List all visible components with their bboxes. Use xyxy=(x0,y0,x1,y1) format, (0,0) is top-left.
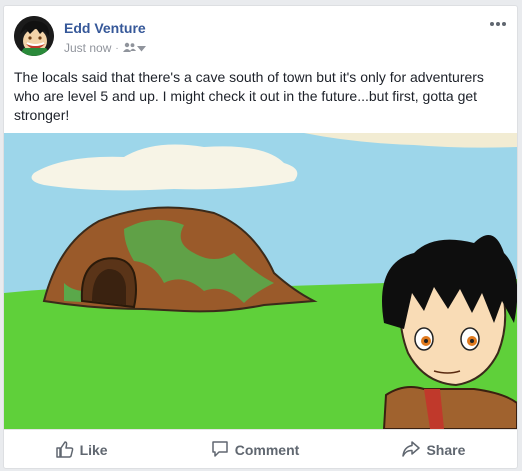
timestamp[interactable]: Just now xyxy=(64,41,111,55)
post-text: The locals said that there's a cave sout… xyxy=(14,69,484,123)
separator: · xyxy=(115,42,119,54)
post-image[interactable] xyxy=(4,133,517,430)
avatar[interactable] xyxy=(14,16,54,56)
chevron-down-icon xyxy=(136,41,146,55)
like-label: Like xyxy=(79,442,108,458)
ellipsis-icon[interactable] xyxy=(489,18,507,28)
author-name[interactable]: Edd Venture xyxy=(64,20,146,36)
comment-icon xyxy=(211,440,229,461)
audience-selector[interactable] xyxy=(122,41,146,55)
share-button[interactable]: Share xyxy=(392,434,475,467)
post-header: Edd Venture Just now · xyxy=(14,16,507,60)
share-label: Share xyxy=(426,442,466,458)
like-button[interactable]: Like xyxy=(46,434,118,467)
thumbs-up-icon xyxy=(55,440,74,461)
comment-button[interactable]: Comment xyxy=(201,434,310,467)
post-actions: Like Comment Share xyxy=(4,429,517,468)
share-icon xyxy=(402,440,421,461)
friends-icon xyxy=(122,41,136,55)
facebook-post: Edd Venture Just now · The locals said t… xyxy=(3,5,518,469)
post-meta: Just now · xyxy=(64,41,146,55)
comment-label: Comment xyxy=(234,442,300,458)
